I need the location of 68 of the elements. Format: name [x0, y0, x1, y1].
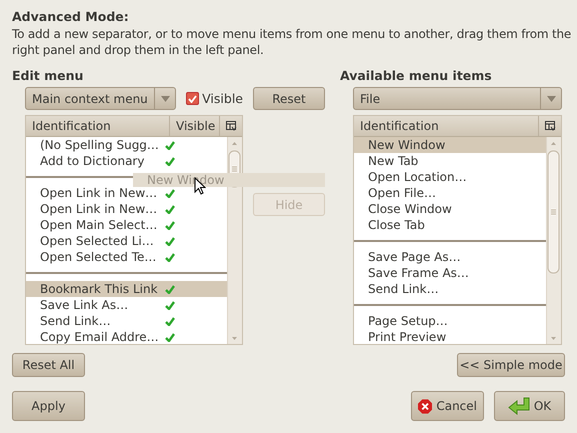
item-label: Open Selected Te… — [39, 249, 158, 265]
scrollbar[interactable] — [227, 137, 242, 344]
item-label: Send Link… — [367, 281, 439, 297]
ok-button[interactable]: OK — [494, 391, 565, 421]
item-label: New Window — [367, 137, 446, 153]
apply-button[interactable]: Apply — [12, 391, 85, 421]
menu-item-row[interactable]: Save Link As… — [26, 297, 227, 313]
item-label: Send Link… — [39, 313, 112, 329]
menu-item-row[interactable]: Save Frame As… — [354, 265, 546, 281]
menu-item-row[interactable]: Open Selected Te… — [26, 249, 227, 265]
item-label: New Tab — [367, 153, 418, 169]
cancel-button[interactable]: Cancel — [411, 391, 484, 421]
available-items-title: Available menu items — [340, 67, 493, 85]
menu-item-row[interactable]: Open Main Select… — [26, 217, 227, 233]
menu-item-row[interactable]: Close Tab — [354, 217, 546, 233]
enter-arrow-icon — [508, 397, 530, 415]
item-label: Open File… — [367, 185, 436, 201]
menu-item-row[interactable]: New Window — [354, 137, 546, 153]
description-text: To add a new separator, or to move menu items from one menu to another, drag them from the right panel and drop them in the left panel. — [12, 26, 572, 58]
columns-icon[interactable] — [544, 121, 556, 131]
column-header[interactable]: Visible — [170, 116, 220, 136]
item-label: Open Selected Li… — [39, 233, 155, 249]
menu-item-row[interactable]: Copy Email Addre… — [26, 329, 227, 344]
menu-item-row[interactable]: Save Page As… — [354, 249, 546, 265]
item-label: Save Link As… — [39, 297, 130, 313]
item-label: Open Main Select… — [39, 217, 158, 233]
item-label: Print Preview — [367, 329, 446, 344]
reset-button[interactable]: Reset — [253, 87, 325, 110]
caret-icon — [546, 96, 556, 102]
menu-item-row[interactable]: Bookmark This Link — [26, 281, 227, 297]
checkmark-icon — [188, 94, 198, 102]
section-heading: Advanced Mode: — [12, 8, 130, 26]
menu-item-row[interactable]: Print Preview — [354, 329, 546, 344]
item-label: Save Page As… — [367, 249, 461, 265]
columns-icon[interactable] — [226, 121, 236, 131]
item-label: Close Tab — [367, 217, 425, 233]
menu-item-row[interactable]: (No Spelling Sugg… — [26, 137, 227, 153]
menu-item-row[interactable]: Close Window — [354, 201, 546, 217]
item-label: Open Link in New… — [39, 201, 158, 217]
edit-menu-title: Edit menu — [12, 67, 84, 85]
column-header[interactable]: Identification — [26, 116, 170, 136]
menu-item-row[interactable]: New Tab — [354, 153, 546, 169]
menu-item-row[interactable]: Send Link… — [354, 281, 546, 297]
caret-icon — [160, 96, 170, 102]
scrollbar[interactable] — [546, 137, 561, 344]
menu-item-row[interactable]: Page Setup… — [354, 313, 546, 329]
simple-mode-button[interactable]: << Simple mode — [457, 353, 565, 377]
item-label: Copy Email Addre… — [39, 329, 160, 344]
menu-dropdown[interactable]: Main context menu — [25, 87, 176, 110]
cancel-icon — [418, 398, 432, 414]
item-label: Open Location… — [367, 169, 467, 185]
item-label: Bookmark This Link — [39, 281, 159, 297]
menu-item-row[interactable]: Send Link… — [26, 313, 227, 329]
item-label: Page Setup… — [367, 313, 448, 329]
menu-item-row[interactable]: Open Link in New… — [26, 185, 227, 201]
menu-item-row[interactable]: Open Selected Li… — [26, 233, 227, 249]
menu-item-row[interactable]: Open File… — [354, 185, 546, 201]
item-label: Close Window — [367, 201, 452, 217]
menu-item-row[interactable]: Open Location… — [354, 169, 546, 185]
item-label: (No Spelling Sugg… — [39, 137, 160, 153]
reset-all-button[interactable]: Reset All — [12, 353, 85, 377]
menu-item-row[interactable]: Add to Dictionary — [26, 153, 227, 169]
item-label: Save Frame As… — [367, 265, 469, 281]
menu-dropdown[interactable]: File — [353, 87, 562, 110]
item-label: Add to Dictionary — [39, 153, 146, 169]
visible-checkbox[interactable]: Visible — [186, 91, 243, 106]
menu-item-row[interactable]: Open Link in New… — [26, 201, 227, 217]
item-label: Open Link in New… — [39, 185, 158, 201]
